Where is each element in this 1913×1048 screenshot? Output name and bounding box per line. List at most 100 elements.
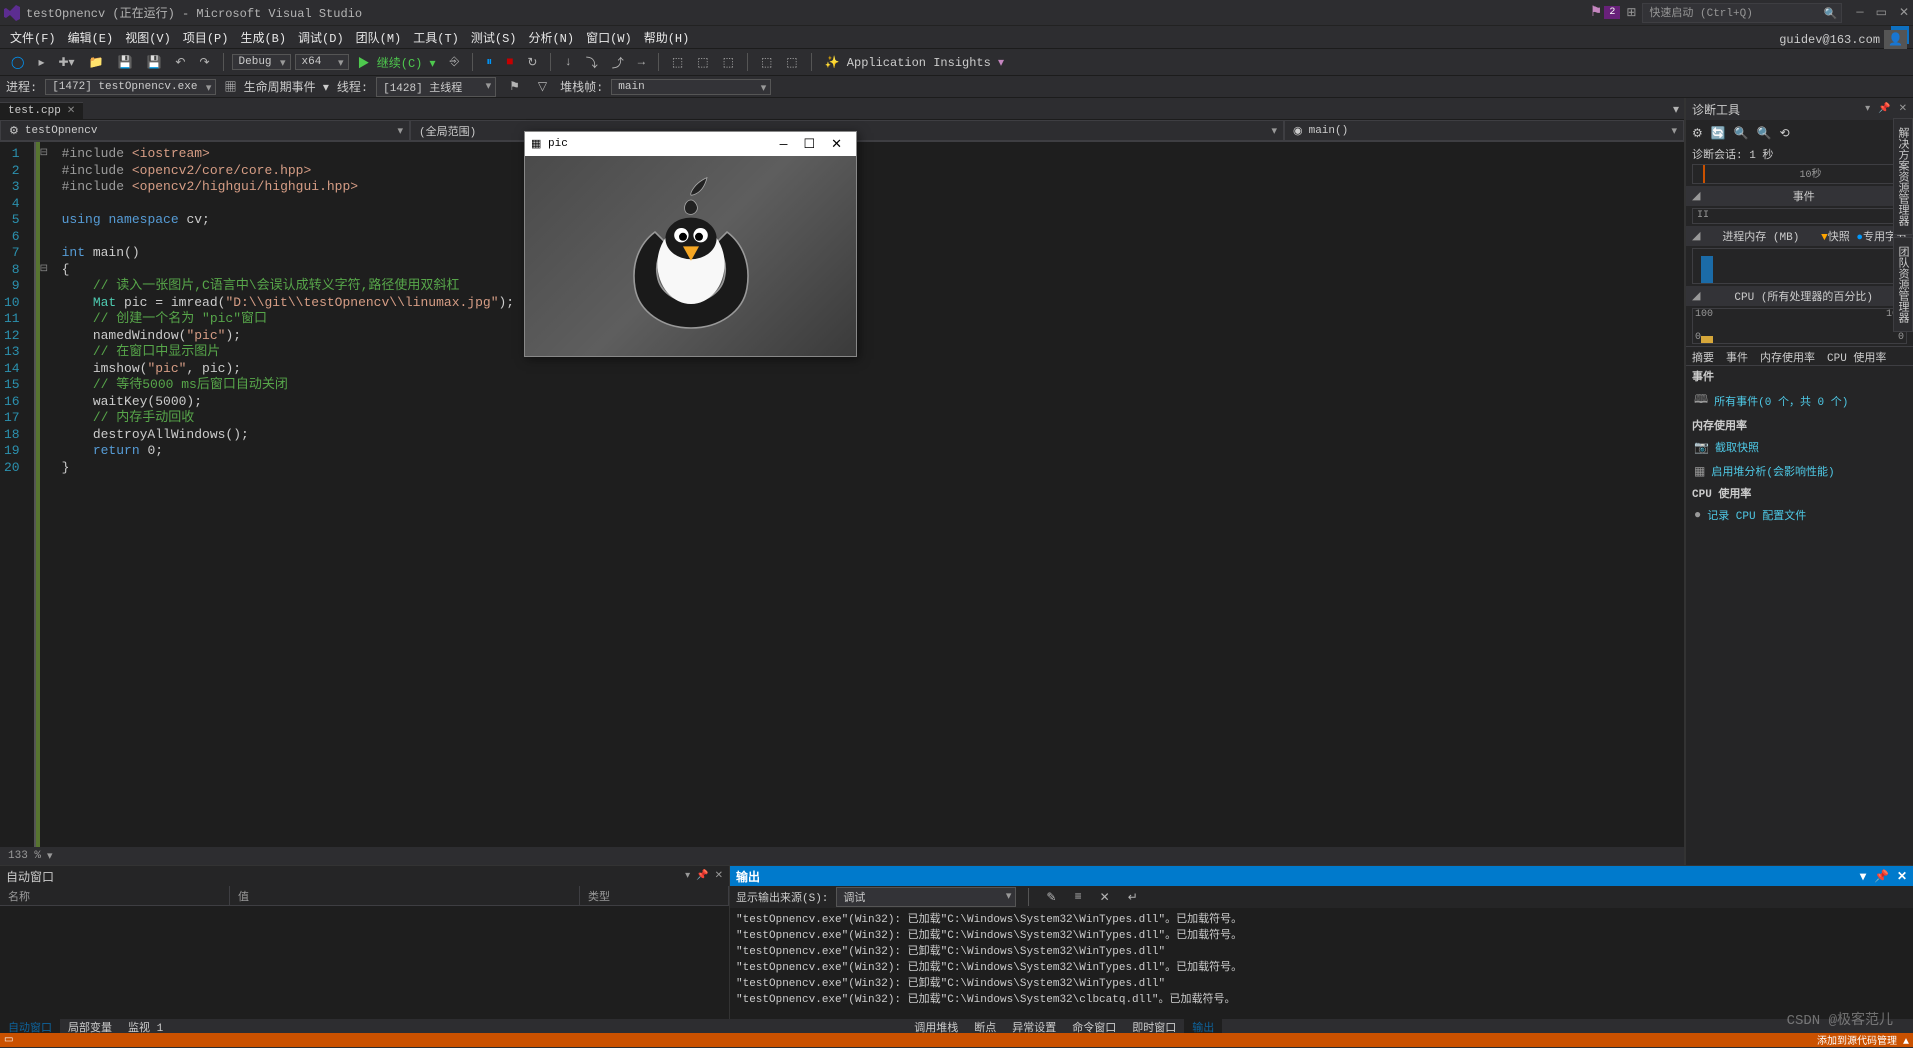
- diag-memory-section[interactable]: ◢进程内存 (MB)▼快照 ●专用字节: [1686, 226, 1913, 246]
- maximize-button[interactable]: ▭: [1876, 5, 1887, 20]
- menu-item[interactable]: 项目(P): [177, 27, 235, 48]
- continue-button[interactable]: ▶ 继续(C) ▾: [353, 52, 441, 73]
- diag-events-section[interactable]: ◢事件: [1686, 186, 1913, 206]
- notifications-badge[interactable]: 2: [1604, 6, 1620, 19]
- menu-item[interactable]: 调试(D): [292, 27, 350, 48]
- menu-item[interactable]: 窗口(W): [580, 27, 638, 48]
- output-find-button[interactable]: ✎: [1041, 888, 1061, 907]
- menu-item[interactable]: 测试(S): [465, 27, 523, 48]
- restart-button[interactable]: ↻: [522, 53, 542, 72]
- pic-titlebar[interactable]: ▦ pic — ☐ ✕: [525, 132, 856, 156]
- side-tab[interactable]: 解决方案资源管理器: [1893, 118, 1913, 235]
- bottom-tab[interactable]: 异常设置: [1004, 1019, 1064, 1033]
- tools1-button[interactable]: ⬚: [667, 53, 688, 72]
- tools4-button[interactable]: ⬚: [756, 53, 777, 72]
- bottom-tab[interactable]: 即时窗口: [1124, 1019, 1184, 1033]
- menu-item[interactable]: 团队(M): [350, 27, 408, 48]
- pic-minimize-button[interactable]: —: [772, 137, 796, 152]
- bottom-tab[interactable]: 自动窗口: [0, 1019, 60, 1033]
- attach-button[interactable]: ⎆: [445, 53, 465, 71]
- menu-item[interactable]: 文件(F): [4, 27, 62, 48]
- output-close-icon[interactable]: ✕: [1897, 869, 1907, 884]
- side-tab[interactable]: 团队资源管理器: [1893, 237, 1913, 332]
- all-events-link[interactable]: 🕮所有事件(0 个，共 0 个): [1686, 386, 1913, 415]
- undo-button[interactable]: ↶: [170, 53, 190, 72]
- minimize-button[interactable]: —: [1856, 5, 1863, 20]
- nav-fwd-button[interactable]: ▸: [33, 53, 49, 72]
- quick-launch-input[interactable]: 快速启动 (Ctrl+Q) 🔍: [1642, 3, 1842, 23]
- refresh-icon[interactable]: 🔄: [1711, 126, 1726, 141]
- diag-tab[interactable]: 摘要: [1686, 347, 1720, 365]
- menu-item[interactable]: 工具(T): [407, 27, 465, 48]
- step-over-button[interactable]: ⤵: [581, 52, 603, 73]
- stackframe-dropdown[interactable]: main: [611, 79, 771, 95]
- save-all-button[interactable]: 💾: [141, 53, 166, 72]
- code-text[interactable]: #include <iostream>#include <opencv2/cor…: [52, 142, 515, 847]
- bottom-tab[interactable]: 调用堆栈: [906, 1019, 966, 1033]
- menu-item[interactable]: 生成(B): [234, 27, 292, 48]
- diag-pin-icon[interactable]: 📌: [1878, 103, 1890, 115]
- open-button[interactable]: 📁: [84, 53, 109, 72]
- bottom-tab[interactable]: 输出: [1184, 1019, 1222, 1033]
- output-dropdown-icon[interactable]: ▾: [1860, 869, 1866, 884]
- account-menu[interactable]: guidev@163.com 👤: [1779, 30, 1907, 49]
- function-dropdown[interactable]: ◉ main(): [1284, 120, 1684, 141]
- autos-column-header[interactable]: 名称: [0, 886, 230, 905]
- menu-item[interactable]: 视图(V): [119, 27, 177, 48]
- output-pin-icon[interactable]: 📌: [1874, 869, 1889, 884]
- insights-button[interactable]: ✨ Application Insights ▾: [820, 53, 1009, 72]
- notifications-flag-icon[interactable]: ⚑: [1590, 4, 1603, 21]
- gear-icon[interactable]: ⚙: [1692, 126, 1703, 141]
- diag-timeline[interactable]: 10秒: [1692, 164, 1907, 184]
- zoom-in-icon[interactable]: 🔍: [1734, 126, 1749, 141]
- tab-list-dropdown[interactable]: ▾: [1668, 100, 1684, 119]
- opencv-image-window[interactable]: ▦ pic — ☐ ✕: [524, 131, 857, 357]
- scope-dropdown[interactable]: ⚙ testOpnencv: [0, 120, 410, 141]
- menu-item[interactable]: 分析(N): [522, 27, 580, 48]
- diag-tab[interactable]: CPU 使用率: [1821, 347, 1892, 365]
- diag-tab[interactable]: 内存使用率: [1754, 347, 1821, 365]
- nav-back-button[interactable]: ◯: [6, 53, 29, 72]
- cpu-record-link[interactable]: ●记录 CPU 配置文件: [1686, 503, 1913, 527]
- bottom-tab[interactable]: 局部变量: [60, 1019, 120, 1033]
- bottom-tab[interactable]: 监视 1: [120, 1019, 171, 1033]
- tools5-button[interactable]: ⬚: [781, 53, 802, 72]
- close-tab-icon[interactable]: ✕: [67, 105, 75, 117]
- config-dropdown[interactable]: Debug: [232, 54, 291, 70]
- thread-flag-button[interactable]: ⚑: [504, 77, 525, 96]
- zoom-bar[interactable]: 133 %▾: [0, 847, 1684, 865]
- output-clear-button[interactable]: ✕: [1095, 888, 1115, 907]
- process-dropdown[interactable]: [1472] testOpnencv.exe: [45, 79, 216, 95]
- stop-button[interactable]: ■: [501, 53, 518, 71]
- lifecycle-events[interactable]: ▦ 生命周期事件 ▾: [224, 78, 328, 95]
- step-into-button[interactable]: ↓: [559, 53, 576, 71]
- thread-filter-button[interactable]: ▽: [533, 77, 552, 96]
- autos-body[interactable]: [0, 906, 729, 1019]
- menu-item[interactable]: 帮助(H): [638, 27, 696, 48]
- heap-analysis-link[interactable]: ▦启用堆分析(会影响性能): [1686, 459, 1913, 483]
- diag-tab[interactable]: 事件: [1720, 347, 1754, 365]
- tools2-button[interactable]: ⬚: [692, 53, 713, 72]
- diag-cpu-section[interactable]: ◢CPU (所有处理器的百分比): [1686, 286, 1913, 306]
- bottom-tab[interactable]: 命令窗口: [1064, 1019, 1124, 1033]
- zoom-out-icon[interactable]: 🔍: [1757, 126, 1772, 141]
- pause-button[interactable]: ⏸: [481, 53, 497, 71]
- diag-close-icon[interactable]: ✕: [1899, 103, 1907, 115]
- output-text[interactable]: "testOpnencv.exe"(Win32): 已加载"C:\Windows…: [730, 908, 1913, 1019]
- output-wrap-button[interactable]: ↵: [1123, 888, 1143, 907]
- thread-dropdown[interactable]: [1428] 主线程: [376, 77, 496, 97]
- reset-icon[interactable]: ⟲: [1780, 126, 1790, 141]
- autos-pin-icon[interactable]: 📌: [696, 870, 708, 882]
- bottom-tab[interactable]: 断点: [966, 1019, 1004, 1033]
- show-next-button[interactable]: →: [633, 53, 650, 71]
- source-control-button[interactable]: 添加到源代码管理 ▲: [1817, 1032, 1909, 1048]
- tools3-button[interactable]: ⬚: [718, 53, 739, 72]
- save-button[interactable]: 💾: [113, 53, 138, 72]
- new-menu[interactable]: ✚▾: [53, 53, 79, 72]
- pic-maximize-button[interactable]: ☐: [795, 137, 823, 152]
- autos-close-icon[interactable]: ✕: [715, 870, 723, 882]
- output-goto-button[interactable]: ≡: [1069, 888, 1086, 906]
- output-source-dropdown[interactable]: 调试: [836, 887, 1016, 907]
- autos-column-header[interactable]: 类型: [580, 886, 729, 905]
- diag-dropdown-icon[interactable]: ▾: [1865, 103, 1870, 115]
